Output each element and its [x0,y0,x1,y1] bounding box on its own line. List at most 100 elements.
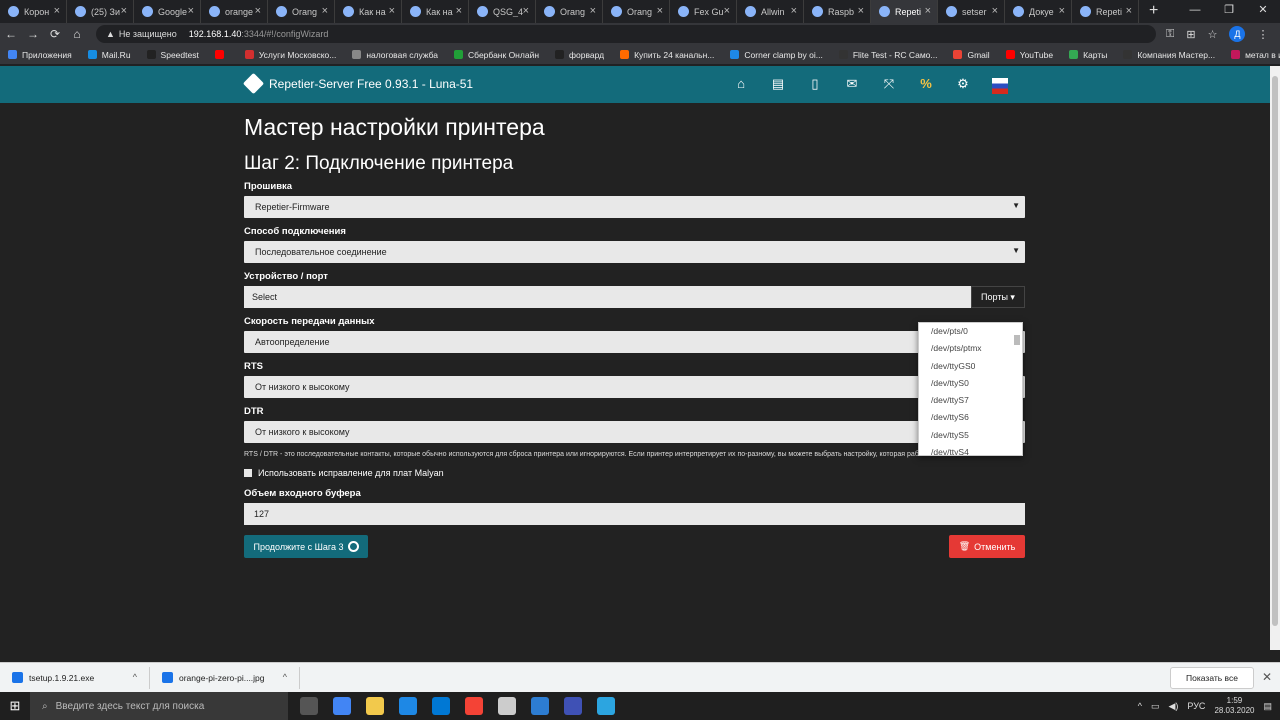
key-icon[interactable]: ⚿ [1166,28,1174,41]
tab-close-icon[interactable]: × [590,5,596,17]
chevron-up-icon[interactable]: ^ [283,672,287,682]
bookmark-item[interactable] [207,50,237,59]
bookmark-item[interactable]: Купить 24 канальн... [612,50,722,60]
cancel-button[interactable]: 🗑 Отменить [949,535,1025,558]
tab-close-icon[interactable]: × [925,5,931,17]
port-option[interactable]: /dev/pts/0 [919,323,1022,340]
profile-avatar[interactable]: Д [1229,26,1246,42]
dropdown-scroll-thumb[interactable] [1014,335,1020,345]
mail-icon[interactable] [432,697,450,715]
remote-desktop-icon[interactable] [531,697,549,715]
photos-icon[interactable] [498,697,516,715]
browser-tab[interactable]: Orang × [603,0,670,23]
browser-tab[interactable]: Raspb × [804,0,871,23]
bookmark-item[interactable]: Flite Test - RC Само... [831,50,946,60]
archive-icon[interactable]: ▤ [770,76,786,92]
language-flag-icon[interactable] [992,78,1008,94]
tab-close-icon[interactable]: × [657,5,663,17]
tab-close-icon[interactable]: × [724,5,730,17]
bookmark-item[interactable]: налоговая служба [344,50,446,60]
browser-tab[interactable]: (25) Зи × [67,0,134,23]
browser-tab[interactable]: Google × [134,0,201,23]
restore-icon[interactable]: ❐ [1212,0,1246,20]
bookmark-item[interactable]: метал в ивантеевке [1223,50,1280,60]
bookmark-item[interactable]: Компания Мастер... [1115,50,1223,60]
continue-button[interactable]: Продолжите с Шага 3 [244,535,368,558]
bookmark-item[interactable]: Сбербанк Онлайн [446,50,547,60]
clock[interactable]: 1:59 28.03.2020 [1214,696,1254,716]
bookmark-item[interactable]: YouTube [998,50,1061,60]
brand[interactable]: Repetier-Server Free 0.93.1 - Luna-51 [242,72,473,95]
browser-tab[interactable]: Repeti × [1072,0,1139,23]
baud-select[interactable]: Автоопределение ▼ [244,331,1025,353]
volume-icon[interactable]: ◀) [1168,701,1178,712]
browser-tab[interactable]: Корон × [0,0,67,23]
dtr-select[interactable]: От низкого к высокому ▼ [244,421,1025,443]
back-icon[interactable]: ← [0,27,22,41]
page-scrollbar[interactable] [1270,66,1280,650]
telegram-icon[interactable] [597,697,615,715]
home-nav-icon[interactable]: ⌂ [733,76,749,92]
task-view-icon[interactable] [300,697,318,715]
url-input[interactable]: ▲ Не защищено 192.168.1.40 :3344/#!/conf… [96,25,1156,43]
ports-button[interactable]: Порты ▾ [971,286,1025,308]
port-input[interactable]: Select [244,286,971,308]
port-option[interactable]: /dev/ttyS4 [919,444,1022,455]
port-option[interactable]: /dev/ttyGS0 [919,358,1022,375]
notifications-icon[interactable]: ▤ [1263,701,1272,712]
port-option[interactable]: /dev/ttyS5 [919,427,1022,444]
expand-icon[interactable]: ⤧ [881,76,897,92]
tab-close-icon[interactable]: × [992,5,998,17]
windows-start-icon[interactable]: ⊞ [0,698,30,714]
port-option[interactable]: /dev/ttyS7 [919,392,1022,409]
show-all-button[interactable]: Показать все [1170,667,1254,689]
new-tab-button[interactable]: + [1139,0,1168,23]
tab-close-icon[interactable]: × [456,5,462,17]
tab-close-icon[interactable]: × [1059,5,1065,17]
tab-close-icon[interactable]: × [322,5,328,17]
taskbar-search[interactable]: ⌕ Введите здесь текст для поиска [30,692,288,720]
tab-close-icon[interactable]: × [54,5,60,17]
tab-close-icon[interactable]: × [255,5,261,17]
bookmark-item[interactable]: форвард [547,50,612,60]
page-scroll-thumb[interactable] [1272,76,1278,626]
tab-close-icon[interactable]: × [1126,5,1132,17]
bookmark-item[interactable]: Услуги Московско... [237,50,345,60]
gear-icon[interactable]: ⚙ [955,76,971,92]
home-icon[interactable]: ⌂ [66,27,88,41]
envelope-icon[interactable]: ✉ [844,76,860,92]
rts-select[interactable]: От низкого к высокому ▼ [244,376,1025,398]
explorer-icon[interactable] [366,697,384,715]
browser-tab[interactable]: Repeti × [871,0,938,23]
bookmark-item[interactable]: Карты [1061,50,1115,60]
download-item[interactable]: orange-pi-zero-pi....jpg ^ [150,666,300,689]
star-icon[interactable]: ☆ [1208,28,1218,41]
buffer-input[interactable]: 127 [244,503,1025,525]
port-option[interactable]: /dev/pts/ptmx [919,340,1022,357]
bookmark-item[interactable]: Speedtest [139,50,207,60]
download-item[interactable]: tsetup.1.9.21.exe ^ [0,666,150,689]
firmware-select[interactable]: Repetier-Firmware ▼ [244,196,1025,218]
browser-tab[interactable]: Как на × [335,0,402,23]
browser-tab[interactable]: Как на × [402,0,469,23]
port-option[interactable]: /dev/ttyS0 [919,375,1022,392]
book-icon[interactable]: ▯ [807,76,823,92]
browser-tab[interactable]: QSG_4 × [469,0,536,23]
browser-tab[interactable]: Orang × [536,0,603,23]
translate-icon[interactable]: ⊞ [1186,28,1195,41]
bookmark-item[interactable]: Приложения [0,50,80,60]
tab-close-icon[interactable]: × [389,5,395,17]
store-icon[interactable] [399,697,417,715]
chevron-up-icon[interactable]: ^ [1138,701,1142,711]
browser-tab[interactable]: Fex Gu × [670,0,737,23]
chrome-icon[interactable] [333,697,351,715]
browser-tab[interactable]: Orang × [268,0,335,23]
yandex-icon[interactable] [465,697,483,715]
bookmark-item[interactable]: Corner clamp by oi... [722,50,830,60]
browser-tab[interactable]: setser × [938,0,1005,23]
bookmark-item[interactable]: Gmail [945,50,997,60]
close-icon[interactable]: ✕ [1262,670,1272,684]
browser-tab[interactable]: Докуе × [1005,0,1072,23]
network-app-icon[interactable] [564,697,582,715]
browser-tab[interactable]: orange × [201,0,268,23]
